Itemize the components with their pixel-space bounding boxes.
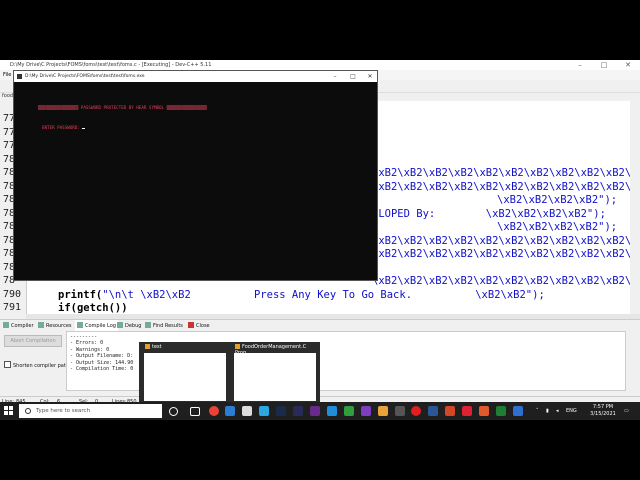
line-number: 790 [3, 288, 22, 300]
volume-icon[interactable]: ◂ [556, 402, 559, 420]
text-cursor [81, 128, 85, 129]
app-icon[interactable] [242, 406, 252, 416]
file-tab[interactable]: food [2, 92, 13, 101]
close-icon[interactable]: ✕ [616, 60, 640, 70]
code-line: \xB2\xB2\xB2\xB2\xB2\xB2\xB2\xB2\xB2\xB2… [372, 167, 640, 179]
word-icon[interactable] [428, 406, 438, 416]
code-fn: printf( [58, 288, 103, 301]
code-line: \xB2\xB2\xB2\xB2"); [497, 221, 618, 233]
thumbnail-food-order[interactable]: FoodOrderManagement.C Prog... [231, 342, 319, 403]
code-line-790: printf("\n\t \xB2\xB2 Press Any Key To G… [58, 289, 545, 301]
thumbnail-test[interactable]: test [141, 342, 229, 403]
vscode-icon[interactable] [327, 406, 337, 416]
console-maximize-icon[interactable]: □ [346, 71, 360, 82]
clock-date: 3/15/2021 [590, 411, 616, 417]
debug-icon [117, 322, 123, 328]
powerpoint-icon[interactable] [445, 406, 455, 416]
app-icon[interactable] [513, 406, 523, 416]
search-icon [25, 408, 31, 414]
clock-time: 7:57 PM [592, 404, 614, 410]
app-icon[interactable] [479, 406, 489, 416]
menu-file[interactable]: File [3, 70, 11, 80]
console-window[interactable]: D:\My Drive\C Projects\FOMS\foms\test\te… [13, 70, 378, 281]
telegram-icon[interactable] [259, 406, 269, 416]
thumbnail-preview [234, 353, 316, 401]
code-line: ELOPED By: \xB2\xB2\xB2\xB2"); [372, 207, 606, 220]
console-title-bar: D:\My Drive\C Projects\FOMS\foms\test\te… [14, 71, 377, 82]
tray-chevron-icon[interactable]: ˄ [536, 402, 539, 420]
photoshop-icon[interactable] [276, 406, 286, 416]
resources-icon [38, 322, 44, 328]
console-minimize-icon[interactable]: – [328, 71, 342, 82]
compile-log-icon [77, 322, 83, 328]
code-line: \xB2\xB2\xB2\xB2\xB2\xB2\xB2\xB2\xB2\xB2… [372, 180, 640, 193]
ide-title: D:\My Drive\C Projects\FOMS\foms\test\te… [10, 62, 212, 68]
file-explorer-icon[interactable] [378, 406, 388, 416]
console-app-icon [17, 74, 22, 79]
shorten-paths-checkbox[interactable]: Shorten compiler paths [4, 361, 72, 369]
code-line: \xB2\xB2\xB2\xB2"); [497, 194, 618, 206]
excel-icon[interactable] [496, 406, 506, 416]
minimize-icon[interactable]: – [568, 60, 592, 70]
edge-icon[interactable] [225, 406, 235, 416]
password-banner: ▒▒▒▒▒▒▒▒▒▒▒▒▒▒▒▒ PASSWORD PROTECTED BY H… [38, 105, 207, 110]
thumbnail-preview [144, 353, 226, 401]
tray-language[interactable]: ENG [566, 402, 577, 420]
opera-icon[interactable] [411, 406, 421, 416]
close-panel-icon [188, 322, 194, 328]
taskbar-clock[interactable]: 7:57 PM 3/15/2021 [588, 404, 618, 418]
premiere-icon[interactable] [293, 406, 303, 416]
code-line: \xB2\xB2\xB2\xB2\xB2\xB2\xB2\xB2\xB2\xB2… [372, 248, 640, 260]
task-view-icon[interactable] [190, 407, 200, 416]
taskbar-thumbnail-previews: test FoodOrderManagement.C Prog... [139, 342, 320, 403]
app-icon[interactable] [395, 406, 405, 416]
app-icon [235, 344, 240, 349]
windows-taskbar: Type here to search ˄ ▮ ◂ ENG 7:57 PM 3/… [0, 402, 640, 420]
compiler-icon [3, 322, 9, 328]
code-string: "\n\t \xB2\xB2 Press Any Key To Go Back.… [102, 288, 545, 301]
code-line-791: if(getch()) [58, 302, 128, 314]
app-icon[interactable] [344, 406, 354, 416]
line-number: 791 [3, 302, 22, 313]
checkbox-box[interactable] [4, 361, 11, 368]
app-icon[interactable] [310, 406, 320, 416]
code-line: \xB2\xB2\xB2\xB2\xB2\xB2\xB2\xB2\xB2\xB2… [372, 234, 640, 247]
app-icon[interactable] [462, 406, 472, 416]
chrome-icon[interactable] [209, 406, 219, 416]
taskbar-search-input[interactable]: Type here to search [19, 404, 162, 418]
app-icon [145, 344, 150, 349]
compile-log-panel: Abort Compilation Shorten compiler paths… [0, 331, 640, 396]
code-line: \xB2\xB2\xB2\xB2\xB2\xB2\xB2\xB2\xB2\xB2… [372, 275, 640, 287]
find-results-icon [145, 322, 151, 328]
abort-compilation-button[interactable]: Abort Compilation [4, 335, 62, 347]
password-prompt: ENTER PASSWORD: [42, 125, 85, 130]
console-title: D:\My Drive\C Projects\FOMS\foms\test\te… [25, 74, 145, 79]
console-close-icon[interactable]: ✕ [363, 71, 377, 82]
ide-title-bar: D:\My Drive\C Projects\FOMS\foms\test\te… [0, 60, 640, 70]
maximize-icon[interactable]: □ [592, 60, 616, 70]
cortana-icon[interactable] [169, 407, 178, 416]
windows-start-icon[interactable] [4, 406, 14, 416]
editor-vertical-scrollbar[interactable] [630, 101, 640, 314]
notification-icon[interactable]: ▭ [624, 402, 629, 420]
network-icon[interactable]: ▮ [546, 402, 549, 420]
visual-studio-icon[interactable] [361, 406, 371, 416]
